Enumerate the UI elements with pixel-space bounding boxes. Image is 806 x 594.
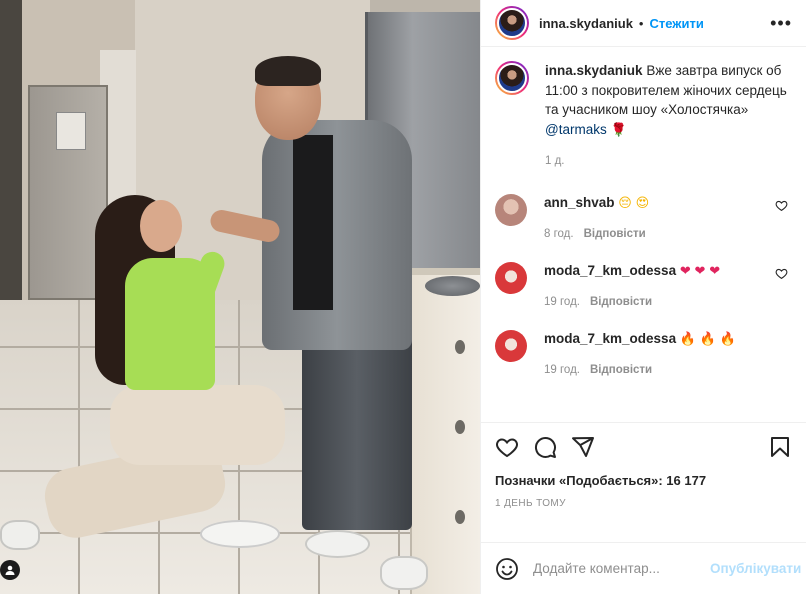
fire-emoji: 🔥 bbox=[679, 331, 697, 347]
caption-time[interactable]: 1 д. bbox=[545, 152, 792, 172]
comment-username[interactable]: moda_7_km_odessa bbox=[544, 263, 676, 278]
photo-sink bbox=[425, 276, 480, 296]
post-caption: inna.skydaniuk Вже завтра випуск об 11:0… bbox=[495, 61, 792, 172]
comment-time[interactable]: 19 год. bbox=[544, 296, 580, 308]
photo-woman-pants bbox=[110, 385, 285, 465]
caption-mention[interactable]: @tarmaks bbox=[545, 122, 607, 137]
photo-knob bbox=[455, 340, 465, 354]
post-actions: Позначки «Подобається»: 16 177 1 ДЕНЬ ТО… bbox=[481, 422, 806, 542]
comments-section[interactable]: inna.skydaniuk Вже завтра випуск об 11:0… bbox=[481, 47, 806, 422]
more-options-icon[interactable]: ••• bbox=[770, 13, 792, 34]
likes-count[interactable]: Позначки «Подобається»: 16 177 bbox=[495, 473, 792, 488]
comment-item: moda_7_km_odessa ❤ ❤ ❤ 19 год. Відповісти bbox=[495, 261, 792, 308]
photo-woman-slipper bbox=[0, 520, 40, 550]
caption-avatar[interactable] bbox=[495, 61, 529, 95]
share-send-icon[interactable] bbox=[571, 435, 595, 459]
fire-emoji: 🔥 bbox=[719, 331, 736, 347]
comment-username[interactable]: moda_7_km_odessa bbox=[544, 331, 676, 346]
follow-button[interactable]: Стежити bbox=[649, 16, 703, 31]
rose-emoji: 🌹 bbox=[610, 122, 627, 138]
photo-woman-face bbox=[140, 200, 182, 252]
comment-input[interactable] bbox=[533, 561, 710, 576]
photo-man-hair bbox=[255, 56, 321, 86]
comment-item: moda_7_km_odessa 🔥 🔥 🔥 19 год. Відповісти bbox=[495, 329, 792, 376]
user-tag-icon[interactable] bbox=[0, 560, 20, 580]
pensive-emoji: 😔 bbox=[618, 195, 632, 211]
photo-woman-slipper bbox=[200, 520, 280, 548]
comment-avatar[interactable] bbox=[495, 261, 527, 294]
header-separator: • bbox=[638, 15, 644, 31]
add-comment-bar: Опублікувати bbox=[481, 542, 806, 594]
red-heart-emoji: ❤ bbox=[694, 263, 706, 279]
photo-man-shirt bbox=[262, 120, 412, 350]
comment-username[interactable]: ann_shvab bbox=[544, 195, 615, 210]
reply-button[interactable]: Відповісти bbox=[590, 296, 652, 308]
author-username[interactable]: inna.skydaniuk bbox=[539, 16, 633, 31]
comment-time[interactable]: 19 год. bbox=[544, 364, 580, 376]
bookmark-icon[interactable] bbox=[768, 435, 792, 459]
reply-button[interactable]: Відповісти bbox=[590, 364, 652, 376]
comment-bubble-icon[interactable] bbox=[533, 435, 557, 459]
fire-emoji: 🔥 bbox=[699, 331, 716, 347]
instagram-post: inna.skydaniuk • Стежити ••• inna.skydan… bbox=[0, 0, 806, 594]
comment-like-icon[interactable] bbox=[775, 267, 788, 280]
author-avatar[interactable] bbox=[495, 6, 529, 40]
comment-like-icon[interactable] bbox=[775, 199, 788, 212]
caption-username[interactable]: inna.skydaniuk bbox=[545, 63, 643, 78]
heart-eyes-emoji: 😍 bbox=[635, 195, 650, 211]
photo-knob bbox=[455, 420, 465, 434]
comment-time[interactable]: 8 год. bbox=[544, 228, 574, 240]
red-heart-emoji: ❤ bbox=[679, 263, 691, 279]
photo-door-sign bbox=[56, 112, 86, 150]
post-date[interactable]: 1 ДЕНЬ ТОМУ bbox=[495, 498, 792, 509]
publish-button[interactable]: Опублікувати bbox=[710, 561, 801, 576]
comment-item: ann_shvab 😔 😍 8 год. Відповісти bbox=[495, 193, 792, 240]
photo-man-slipper bbox=[305, 530, 370, 558]
photo-counter bbox=[410, 275, 480, 594]
red-heart-emoji: ❤ bbox=[709, 263, 721, 279]
post-header: inna.skydaniuk • Стежити ••• bbox=[481, 0, 806, 47]
photo-man-slipper bbox=[380, 556, 428, 590]
reply-button[interactable]: Відповісти bbox=[584, 228, 646, 240]
post-photo[interactable] bbox=[0, 0, 480, 594]
comment-avatar[interactable] bbox=[495, 329, 527, 362]
comment-avatar[interactable] bbox=[495, 193, 527, 226]
like-heart-icon[interactable] bbox=[495, 435, 519, 459]
post-side-panel: inna.skydaniuk • Стежити ••• inna.skydan… bbox=[480, 0, 806, 594]
photo-man-tee bbox=[293, 135, 333, 310]
emoji-smiley-icon[interactable] bbox=[495, 557, 519, 581]
photo-knob bbox=[455, 510, 465, 524]
